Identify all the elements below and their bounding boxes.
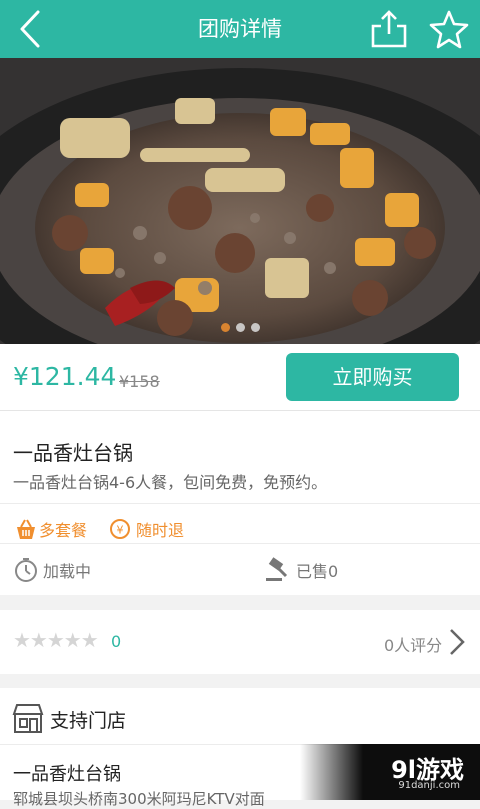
carousel-indicator[interactable] <box>0 317 480 336</box>
tag-refund-anytime: ¥ 随时退 <box>108 517 184 541</box>
store-icon <box>12 702 44 738</box>
rating-row[interactable]: ★★★★★ 0 0人评分 <box>0 610 480 674</box>
rating-stars: ★★★★★ <box>13 628 99 652</box>
gavel-icon <box>266 557 288 581</box>
tag-multi-package: 多套餐 <box>13 517 87 541</box>
tag-label: 随时退 <box>136 521 185 540</box>
tag-label: 多套餐 <box>39 521 88 540</box>
top-bar: 团购详情 <box>0 0 480 58</box>
carousel-dot[interactable] <box>250 323 260 332</box>
rating-score: 0 <box>111 632 122 651</box>
original-price: ¥158 <box>119 372 160 391</box>
stores-title: 支持门店 <box>50 710 127 732</box>
chevron-right-icon <box>445 626 467 658</box>
carousel-dot[interactable] <box>235 323 245 332</box>
stopwatch-icon <box>15 558 37 582</box>
time-status: 加载中 <box>13 557 91 583</box>
basket-icon <box>17 519 35 539</box>
svg-text:¥: ¥ <box>117 524 124 537</box>
current-price: ¥121.44 <box>13 362 117 391</box>
product-photo[interactable] <box>0 58 480 344</box>
product-description: 一品香灶台锅4-6人餐，包间免费，免预约。 <box>13 473 328 492</box>
product-name: 一品香灶台锅 <box>13 441 133 465</box>
watermark-logo: 9l游戏 91danji.com <box>300 744 480 800</box>
carousel-dot[interactable] <box>220 323 230 332</box>
store-address[interactable]: 郓城县坝头桥南300米阿玛尼KTV对面 <box>13 788 265 809</box>
favorite-star-icon[interactable] <box>424 4 474 54</box>
status-text: 加载中 <box>43 562 92 581</box>
refund-icon: ¥ <box>110 519 130 539</box>
divider <box>0 543 480 544</box>
share-icon[interactable] <box>364 4 414 54</box>
review-count: 0人评分 <box>384 636 443 655</box>
sold-count: 已售0 <box>264 557 338 583</box>
watermark-url: 91danji.com <box>398 780 460 791</box>
product-info: 一品香灶台锅 一品香灶台锅4-6人餐，包间免费，免预约。 多套餐 ¥ 随时退 加… <box>0 411 480 595</box>
divider <box>0 503 480 504</box>
buy-now-button[interactable]: 立即购买 <box>286 353 459 401</box>
sold-text: 已售0 <box>296 562 339 581</box>
store-name[interactable]: 一品香灶台锅 <box>13 760 121 786</box>
price-bar: ¥121.44 ¥158 立即购买 <box>0 344 480 411</box>
